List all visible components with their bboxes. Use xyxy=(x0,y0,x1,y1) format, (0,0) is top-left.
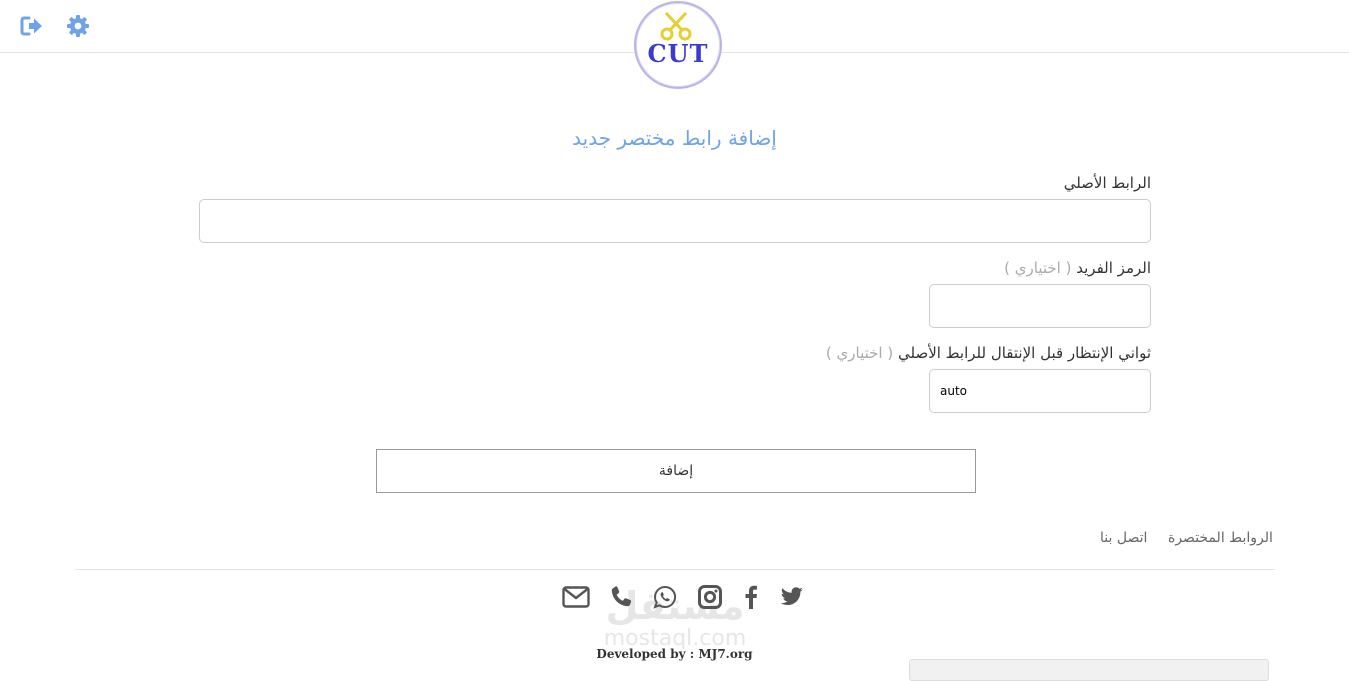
whatsapp-icon[interactable] xyxy=(651,583,679,611)
optional-note: ( اختياري ) xyxy=(1004,259,1072,277)
original-url-input[interactable] xyxy=(199,199,1151,243)
footer-link-short-links[interactable]: الروابط المختصرة xyxy=(1168,530,1273,546)
gear-icon[interactable] xyxy=(65,13,91,39)
sign-out-icon[interactable] xyxy=(19,13,45,39)
original-url-label: الرابط الأصلي xyxy=(1064,174,1151,192)
original-url-label-text: الرابط الأصلي xyxy=(1063,174,1151,192)
scissors-icon xyxy=(660,11,692,41)
add-button[interactable]: إضافة xyxy=(376,449,976,493)
site-logo[interactable]: CUT xyxy=(634,1,722,89)
redirect-delay-label: ثواني الإنتظار قبل الإنتقال للرابط الأصل… xyxy=(826,344,1151,362)
redirect-delay-input[interactable] xyxy=(929,369,1151,413)
facebook-icon[interactable] xyxy=(737,583,765,611)
unique-code-input[interactable] xyxy=(929,284,1151,328)
phone-icon[interactable] xyxy=(607,583,635,611)
footer-divider xyxy=(75,569,1275,570)
unique-code-label: الرمز الفريد ( اختياري ) xyxy=(1004,259,1151,277)
optional-note: ( اختياري ) xyxy=(825,344,894,362)
email-icon[interactable] xyxy=(562,583,590,611)
redirect-delay-label-text: ثواني الإنتظار قبل الإنتقال للرابط الأصل… xyxy=(897,344,1151,362)
unique-code-label-text: الرمز الفريد xyxy=(1076,259,1151,277)
logo-text: CUT xyxy=(647,39,709,68)
twitter-icon[interactable] xyxy=(778,583,806,611)
instagram-icon[interactable] xyxy=(696,583,724,611)
footer-link-contact[interactable]: اتصل بنا xyxy=(1100,530,1147,546)
page-title: إضافة رابط مختصر جديد xyxy=(572,126,777,150)
bottom-panel xyxy=(909,659,1269,681)
